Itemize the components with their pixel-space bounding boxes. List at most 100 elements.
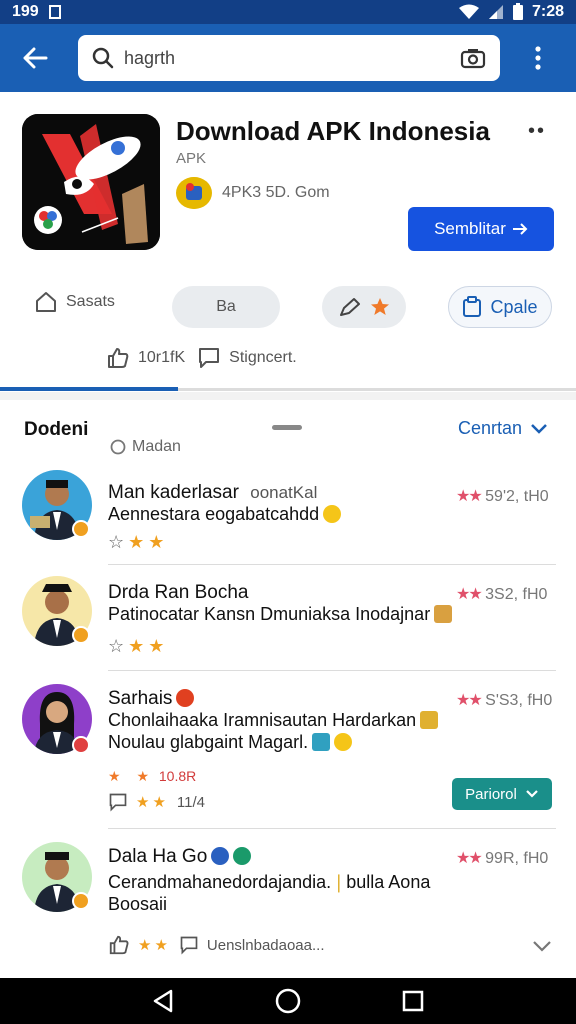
comment-icon[interactable] (108, 792, 128, 812)
score-stars-icon: ★★ (456, 692, 483, 709)
rating-stars: ☆★★ (108, 636, 168, 657)
reviews-sort-dropdown[interactable]: Cenrtan (458, 418, 548, 439)
star-icon: ★ (148, 636, 169, 656)
chip-secondary[interactable]: Ba (172, 286, 280, 328)
review-action-button[interactable]: Pariorol (452, 778, 552, 810)
nav-recents-button[interactable] (393, 981, 433, 1021)
section-separator (0, 392, 576, 400)
likes-count: 10r1fK (138, 349, 186, 366)
review-score: ★★ 3S2, fH0 (456, 584, 547, 604)
comments-label: Stigncert. (229, 349, 297, 366)
signal-icon (488, 5, 503, 19)
chip-rate[interactable] (322, 286, 406, 328)
verified-badge-icon (72, 520, 90, 538)
review-text: Patinocatar Kansn Dmuniaksa Inodajnar (108, 604, 453, 625)
overflow-menu-button[interactable] (508, 24, 568, 92)
back-button[interactable] (0, 24, 70, 92)
primary-action-button[interactable]: Semblitar (408, 207, 554, 251)
arrow-left-icon (23, 47, 48, 69)
emoji-icon (334, 733, 353, 751)
rating-stars: ☆★★ (108, 532, 168, 553)
review-text-2: Boosaii (108, 894, 167, 915)
star-icon: ★★ (136, 794, 169, 811)
developer-row[interactable]: 4PK3 5D. Gom (176, 177, 330, 209)
review-author: Dala Ha Go (108, 846, 252, 868)
system-nav-bar (0, 978, 576, 1024)
chip-copy[interactable]: Cpale (448, 286, 552, 328)
reviews-title: Dodeni (24, 419, 89, 440)
comments-stat[interactable]: Stigncert. (197, 346, 297, 370)
review-author-extra: oonatKal (250, 483, 318, 502)
app-logo-icon (22, 114, 160, 250)
review-score-value: 99R, fH0 (485, 850, 549, 867)
review-meta-value: 10.8R (158, 768, 197, 784)
triangle-back-icon (153, 989, 172, 1013)
divider (108, 828, 556, 829)
status-bar: 199 7:28 (0, 0, 576, 24)
app-subtitle: APK (176, 150, 207, 167)
camera-icon[interactable] (460, 47, 486, 69)
battery-icon (512, 3, 523, 20)
review-text-line: Aennestara eogabatcahdd (108, 504, 320, 524)
chip-copy-label: Cpale (490, 296, 538, 317)
reviews-filter-label: Madan (132, 438, 181, 455)
review-text-extra: bulla Aona (346, 872, 431, 892)
app-icon[interactable] (22, 114, 160, 250)
star-outline-icon: ☆ (108, 636, 129, 656)
stats-row: 10r1fK Stigncert. (106, 346, 297, 370)
pencil-icon (340, 298, 360, 316)
review-actions: ★★ Uenslnbadaoaa... (108, 934, 325, 956)
emoji-icon (211, 847, 230, 865)
review-text-2: Noulau glabgaint Magarl. (108, 732, 353, 753)
review-author-name: Sarhais (108, 688, 173, 709)
emoji-icon: ❘ (331, 872, 347, 892)
nav-home-button[interactable] (268, 981, 308, 1021)
comment-icon[interactable] (179, 935, 199, 955)
reviews-sort-label: Cenrtan (458, 418, 523, 438)
emoji-icon (176, 689, 195, 707)
emoji-icon (323, 505, 342, 523)
emoji-icon (434, 605, 453, 623)
score-stars-icon: ★★ (456, 850, 483, 867)
app-bar (0, 24, 576, 92)
reviews-filter[interactable]: Madan (110, 438, 181, 456)
review-text: Chonlaihaaka Iramnisautan Hardarkan (108, 710, 439, 731)
review-text-line: Patinocatar Kansn Dmuniaksa Inodajnar (108, 604, 431, 624)
chevron-down-icon (526, 790, 538, 798)
star-icon: ★★ (138, 937, 171, 954)
header-more-icon[interactable]: •• (528, 120, 546, 143)
comment-icon (199, 348, 220, 368)
review-text-line: Noulau glabgaint Magarl. (108, 732, 309, 752)
verified-badge-icon (72, 736, 90, 754)
chip-home-label: Sasats (66, 293, 115, 310)
review-text-line: Chonlaihaaka Iramnisautan Hardarkan (108, 710, 417, 730)
review-text: Cerandmahanedordajandia.❘bulla Aona (108, 872, 430, 893)
wifi-icon (458, 4, 479, 19)
review-score-value: 3S2, fH0 (485, 586, 548, 603)
nav-back-button[interactable] (143, 981, 183, 1021)
drag-handle[interactable] (272, 425, 302, 430)
verified-badge-icon (72, 626, 90, 644)
search-input[interactable] (124, 47, 460, 69)
star-icon: ★ (128, 636, 149, 656)
star-icon (371, 298, 389, 315)
review-author: Man kaderlasar oonatKal (108, 482, 317, 504)
score-stars-icon: ★★ (456, 586, 483, 603)
review-footer-text: Uenslnbadaoaa... (206, 936, 325, 954)
divider (108, 564, 556, 565)
score-stars-icon: ★★ (456, 488, 483, 505)
circle-icon (110, 439, 126, 455)
review-author-name: Man kaderlasar (108, 482, 239, 503)
status-time-left: 199 (12, 3, 39, 20)
thumbs-up-icon[interactable] (108, 934, 130, 956)
likes-stat[interactable]: 10r1fK (106, 346, 185, 370)
review-actions: ★★ 11/4 (108, 792, 205, 812)
chip-home[interactable]: Sasats (34, 290, 115, 314)
notification-icon (48, 5, 61, 19)
chevron-down-icon[interactable] (532, 940, 552, 954)
review-meta-count: 11/4 (176, 793, 205, 811)
divider (108, 670, 556, 671)
star-icon: ★ (148, 532, 169, 552)
search-bar (78, 35, 500, 81)
review-author: Drda Ran Bocha (108, 582, 249, 603)
